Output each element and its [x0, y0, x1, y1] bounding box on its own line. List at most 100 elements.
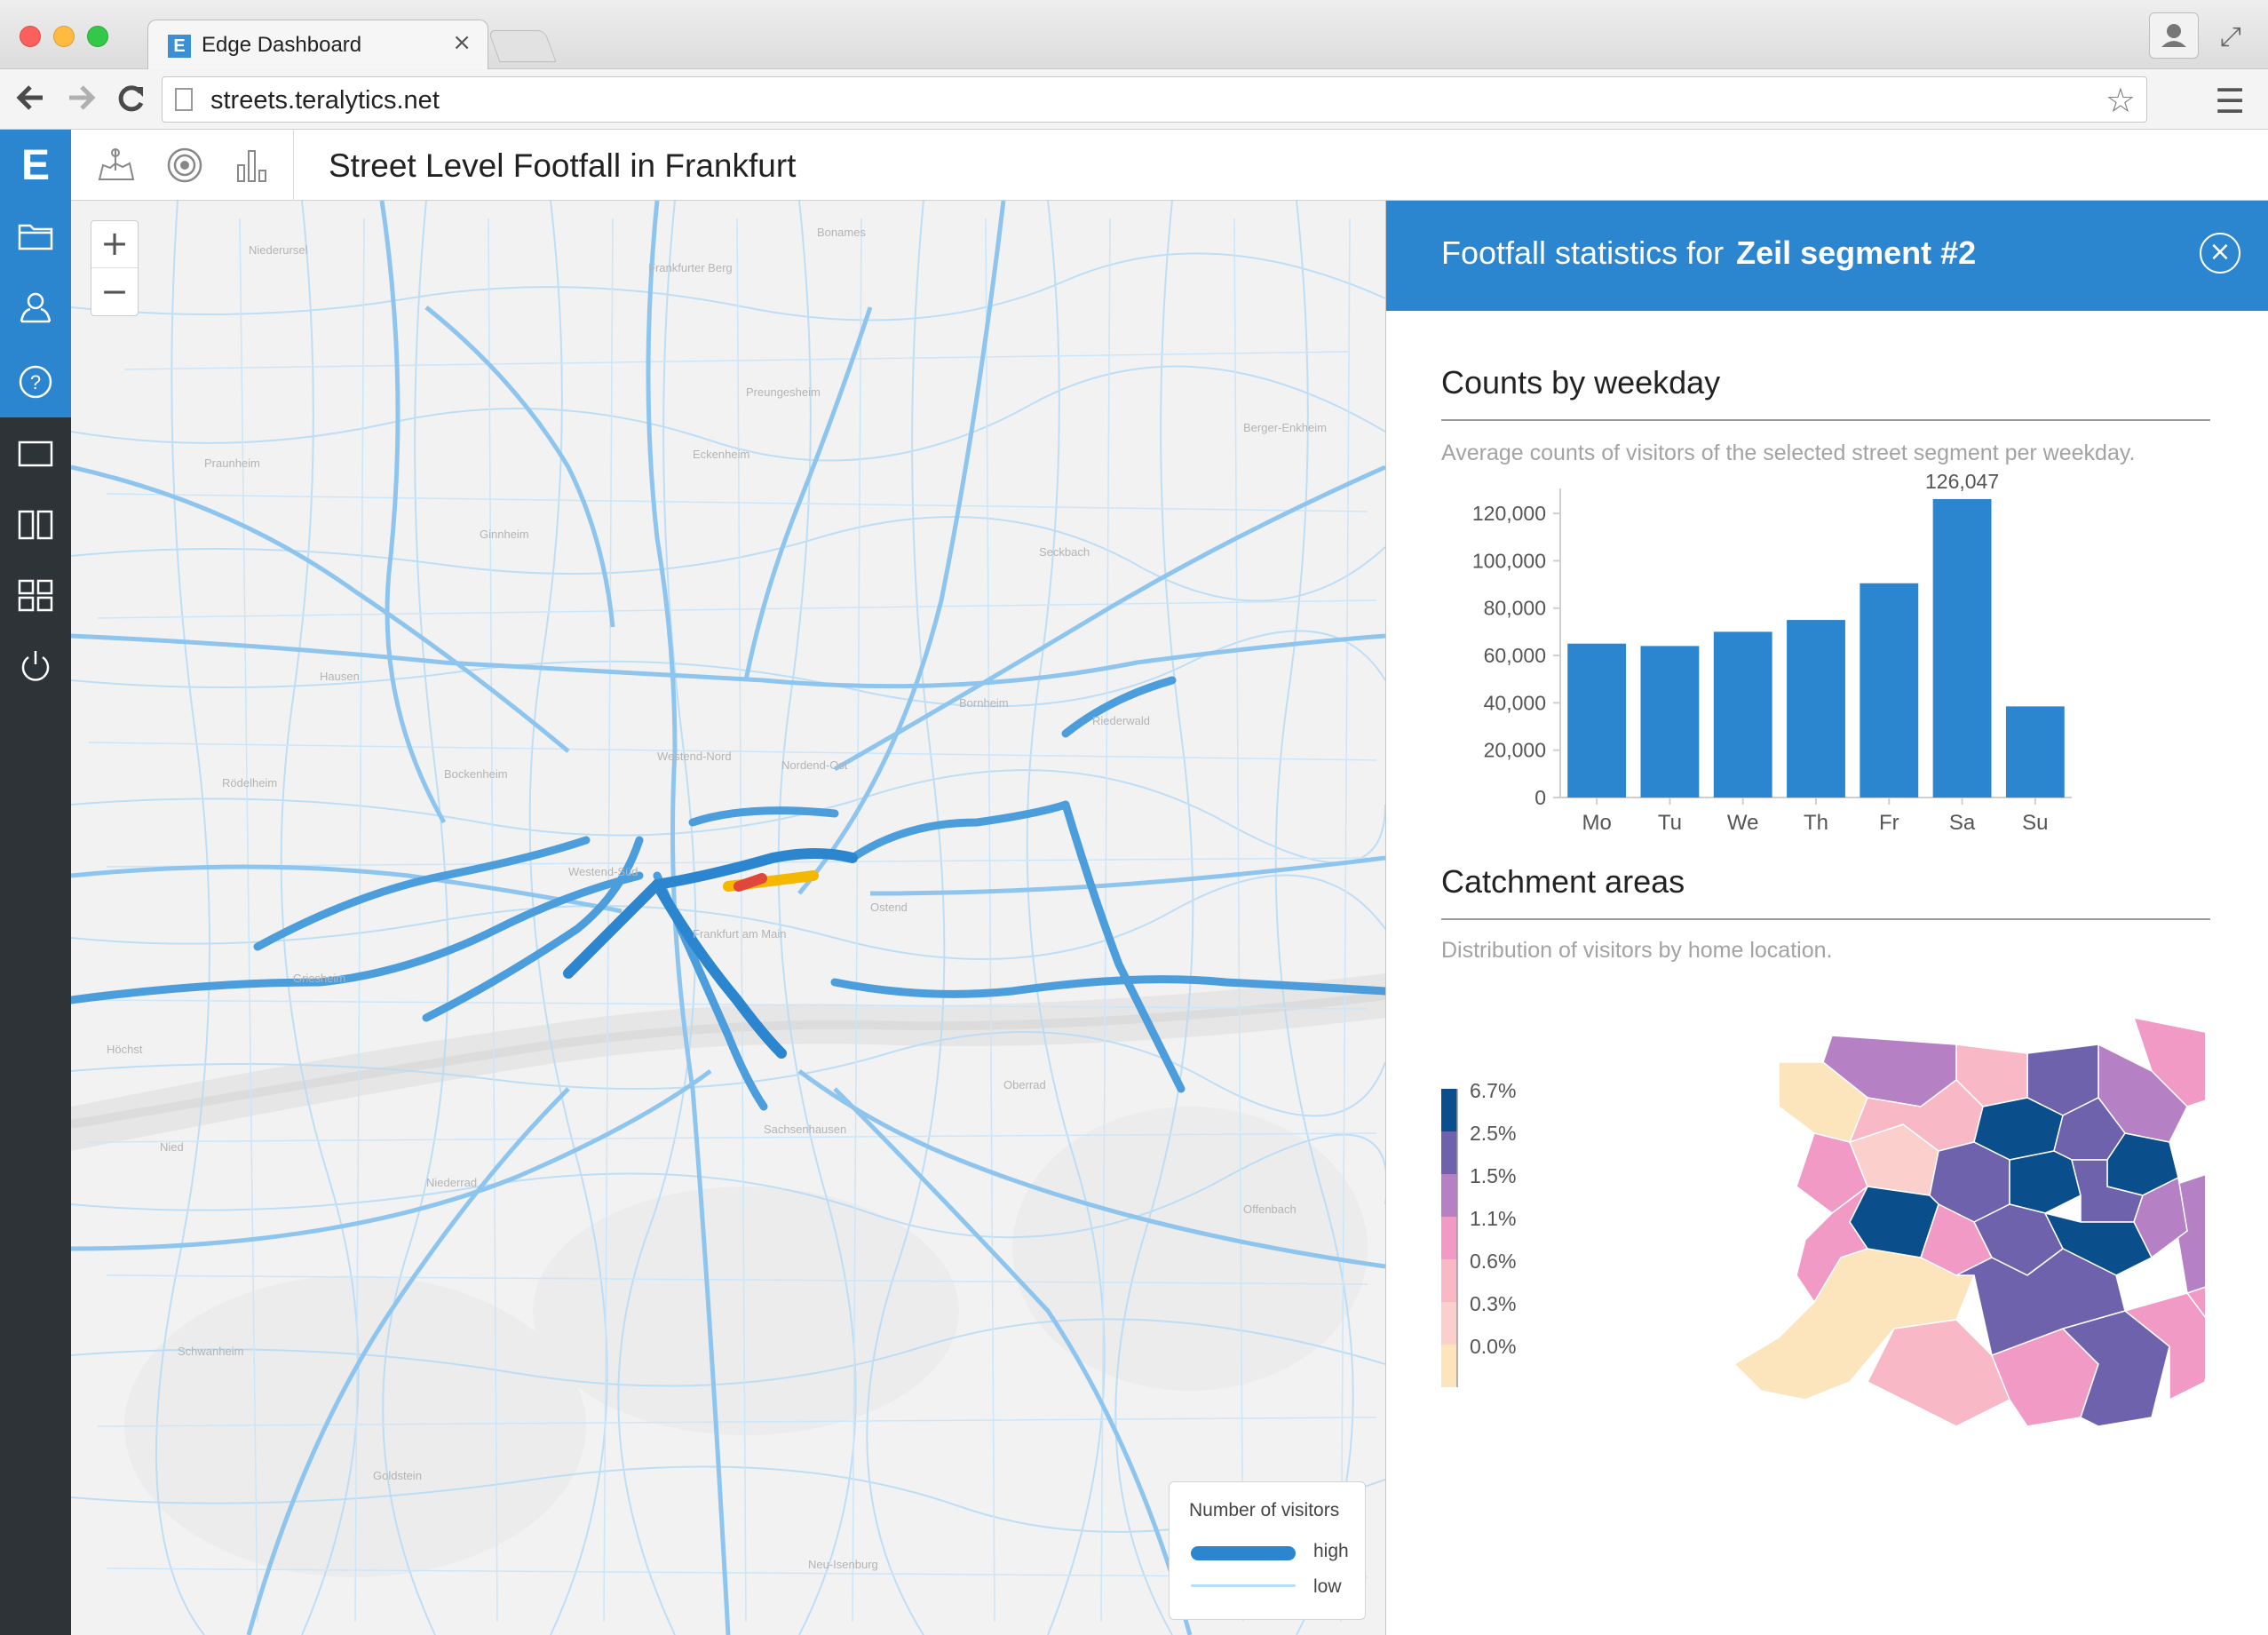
sidebar-item-folder[interactable] — [0, 201, 71, 270]
close-circle-icon[interactable]: × — [2200, 233, 2240, 274]
place-label: Ostend — [870, 901, 908, 914]
x-tick-label: We — [1727, 811, 1759, 835]
place-label: Niederursel — [249, 243, 308, 257]
counts-section-rule — [1441, 419, 2210, 421]
place-label: Bockenheim — [444, 767, 508, 781]
legend-swatch — [1441, 1089, 1457, 1131]
help-icon: ? — [19, 365, 52, 399]
bar — [1860, 583, 1919, 798]
y-tick-label: 60,000 — [1484, 644, 1546, 667]
legend-swatch — [1441, 1174, 1457, 1217]
map-icon — [98, 148, 135, 180]
reload-button[interactable] — [114, 80, 147, 123]
segment-name: Zeil segment #2 — [1736, 234, 1977, 271]
place-label: Riederwald — [1092, 714, 1150, 727]
place-label: Nied — [160, 1140, 184, 1154]
new-tab-button[interactable] — [488, 30, 557, 62]
region — [2009, 1150, 2082, 1214]
maximize-window-button[interactable] — [87, 26, 108, 47]
profile-button[interactable] — [2149, 12, 2199, 59]
browser-titlebar: E Edge Dashboard × ⤢ — [0, 0, 2268, 71]
url-text[interactable]: streets.teralytics.net — [210, 86, 440, 115]
x-tick-label: Th — [1804, 811, 1828, 835]
back-button[interactable] — [14, 80, 48, 123]
legend-swatch — [1441, 1259, 1457, 1302]
power-icon — [21, 651, 50, 681]
x-tick-label: Tu — [1658, 811, 1682, 835]
footfall-map[interactable]: Niederursel Frankfurter Berg Bonames Pre… — [71, 201, 1385, 1635]
panel-header: Footfall statistics for Zeil segment #2 × — [1386, 201, 2268, 311]
tab-title: Edge Dashboard — [202, 33, 362, 57]
expand-icon[interactable]: ⤢ — [2220, 21, 2241, 52]
header-divider — [293, 130, 294, 201]
minimize-window-button[interactable] — [53, 26, 75, 47]
catchment-section-description: Distribution of visitors by home locatio… — [1441, 938, 1833, 963]
sidebar-item-single-layout[interactable] — [0, 417, 71, 487]
bar — [1787, 620, 1845, 798]
legend-label: 0.6% — [1470, 1250, 1516, 1273]
place-label: Niederrad — [426, 1176, 477, 1189]
legend-swatch — [1441, 1345, 1457, 1387]
street-network[interactable]: Niederursel Frankfurter Berg Bonames Pre… — [71, 201, 1385, 1635]
bar — [1567, 643, 1627, 798]
legend-label: 0.3% — [1470, 1292, 1516, 1315]
sidebar-item-two-panel-layout[interactable] — [0, 488, 71, 558]
place-label: Schwanheim — [178, 1345, 243, 1358]
arrow-left-icon — [16, 85, 43, 110]
place-label: Oberrad — [1003, 1078, 1046, 1091]
y-tick-label: 20,000 — [1484, 739, 1546, 762]
zoom-out-button[interactable]: − — [91, 269, 138, 316]
place-label: Rödelheim — [222, 776, 277, 790]
sidebar-item-user[interactable] — [0, 272, 71, 341]
zoom-control: + − — [91, 220, 139, 316]
target-icon — [167, 147, 202, 183]
close-window-button[interactable] — [20, 26, 41, 47]
y-tick-label: 0 — [1534, 786, 1546, 809]
sidebar-item-grid-layout[interactable] — [0, 560, 71, 629]
chart-tool-button[interactable] — [231, 144, 274, 187]
place-label: Eckenheim — [693, 448, 749, 461]
bar-chart-icon — [237, 150, 266, 182]
catchment-map: 6.7% 2.5% 1.5% 1.1% 0.6% 0.3% 0.0% — [1441, 1017, 2205, 1427]
place-label: Seckbach — [1039, 545, 1090, 559]
star-icon[interactable]: ☆ — [2105, 81, 2136, 120]
place-label: Offenbach — [1243, 1202, 1297, 1216]
legend-low-label: low — [1313, 1576, 1342, 1597]
app-logo[interactable]: E — [0, 130, 71, 201]
panel-title: Footfall statistics for Zeil segment #2 — [1441, 234, 1976, 272]
address-bar[interactable]: streets.teralytics.net ☆ — [162, 76, 2147, 123]
map-tool-button[interactable] — [94, 144, 137, 187]
bar — [1713, 631, 1772, 798]
map-legend: Number of visitors high low — [1169, 1481, 1366, 1620]
browser-tab[interactable]: E Edge Dashboard × — [147, 20, 488, 71]
forward-button[interactable] — [64, 80, 98, 123]
y-tick-label: 120,000 — [1472, 502, 1546, 525]
bar — [1932, 499, 1992, 798]
counts-section-title: Counts by weekday — [1441, 364, 1721, 401]
place-label: Ginnheim — [480, 528, 529, 541]
sidebar-item-help[interactable]: ? — [0, 346, 71, 416]
favicon-icon: E — [168, 35, 191, 58]
zoom-in-button[interactable]: + — [91, 221, 138, 268]
arrow-right-icon — [69, 85, 96, 110]
place-label: Westend-Süd — [568, 865, 638, 878]
folder-icon — [18, 224, 53, 250]
place-label: Neu-Isenburg — [808, 1558, 878, 1571]
app-sidebar: E ? — [0, 130, 71, 1635]
y-tick-label: 100,000 — [1472, 549, 1546, 572]
target-tool-button[interactable] — [163, 144, 206, 187]
hamburger-icon[interactable]: ☰ — [2215, 82, 2245, 121]
app-header: Street Level Footfall in Frankfurt — [71, 130, 2268, 201]
legend-label: 2.5% — [1470, 1122, 1516, 1145]
statistics-panel: Footfall statistics for Zeil segment #2 ×… — [1385, 201, 2268, 1635]
x-tick-label: Fr — [1879, 811, 1899, 835]
grid-layout-icon — [18, 579, 53, 612]
place-label: Frankfurter Berg — [648, 261, 733, 274]
tab-close-icon[interactable]: × — [452, 29, 472, 56]
catchment-section-title: Catchment areas — [1441, 863, 1685, 900]
sidebar-item-power[interactable] — [0, 631, 71, 700]
place-label: Preungesheim — [746, 385, 821, 399]
x-tick-label: Mo — [1582, 811, 1611, 835]
two-panel-layout-icon — [18, 510, 53, 540]
x-tick-label: Sa — [1949, 811, 1976, 835]
